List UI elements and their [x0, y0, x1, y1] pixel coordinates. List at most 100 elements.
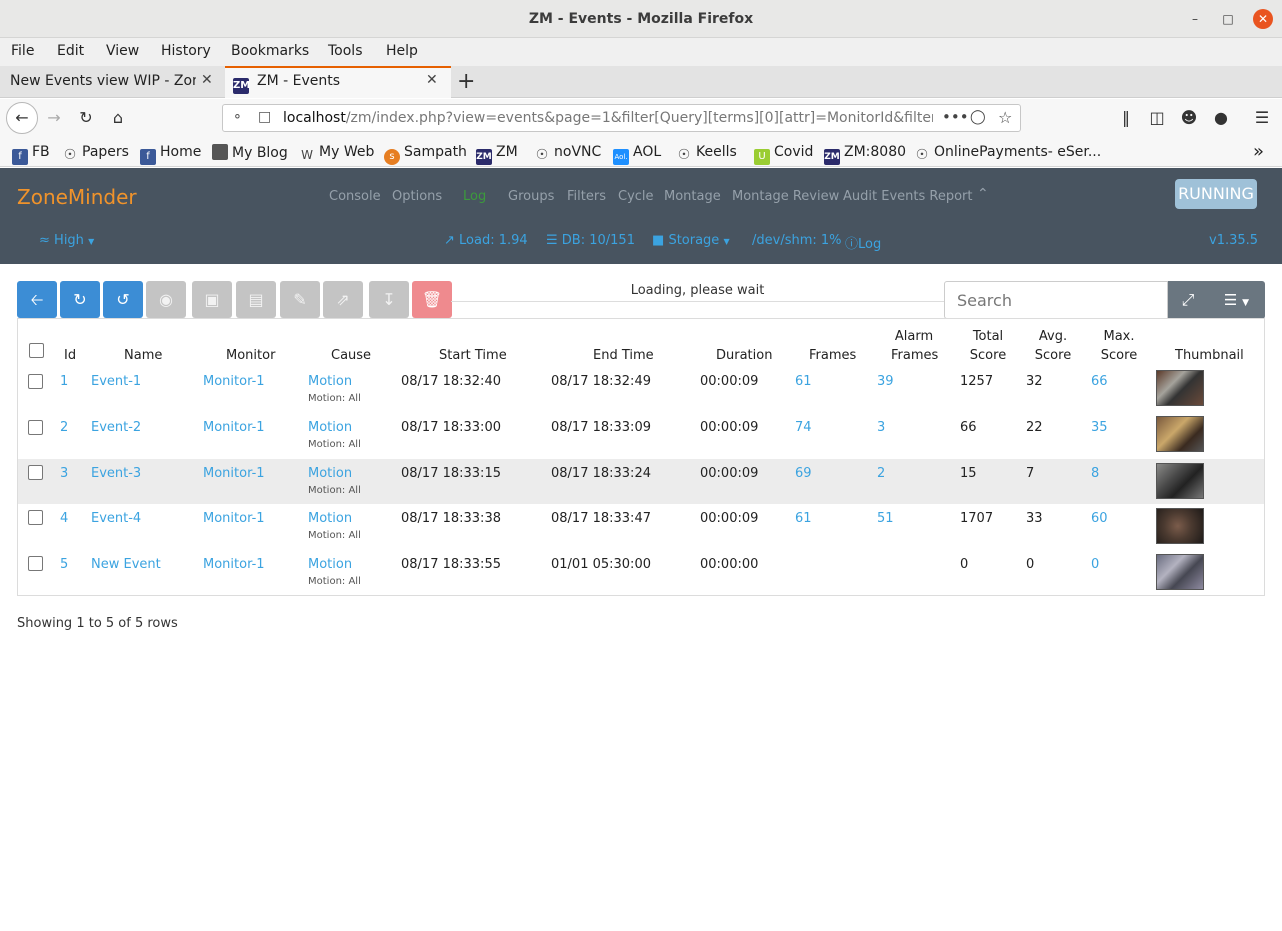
pocket-icon[interactable]: ◯ [970, 109, 986, 125]
bookmark-aol[interactable]: Aol. AOL [613, 144, 661, 165]
monitor-link[interactable]: Monitor-1 [203, 420, 265, 435]
bandwidth-dropdown[interactable]: ≈ High ▼ [39, 233, 94, 248]
nav-cycle[interactable]: Cycle [618, 189, 654, 204]
max-score-link[interactable]: 0 [1091, 557, 1099, 572]
new-tab-icon[interactable]: + [457, 69, 475, 94]
refresh-button[interactable]: ↻ [60, 281, 100, 318]
reset-button[interactable]: ↺ [103, 281, 143, 318]
back-button[interactable]: 🡠 [17, 281, 57, 318]
col-header-duration[interactable]: Duration [716, 346, 772, 365]
nav-filters[interactable]: Filters [567, 189, 606, 204]
row-checkbox[interactable] [28, 420, 43, 435]
minimize-icon[interactable]: – [1186, 10, 1204, 28]
table-row[interactable]: 5 New Event Monitor-1 Motion Motion: All… [18, 550, 1264, 596]
window-close-icon[interactable]: ✕ [1253, 9, 1273, 29]
frames-link[interactable]: 69 [795, 466, 812, 481]
storage-dropdown[interactable]: ■ Storage ▼ [652, 233, 730, 248]
col-header-id[interactable]: Id [64, 346, 76, 365]
cause-link[interactable]: Motion [308, 557, 352, 572]
delete-button[interactable]: 🗑 [412, 281, 452, 318]
cause-link[interactable]: Motion [308, 466, 352, 481]
table-row[interactable]: 2 Event-2 Monitor-1 Motion Motion: All 0… [18, 411, 1264, 457]
nav-log[interactable]: Log [463, 189, 486, 204]
alarm-frames-link[interactable]: 39 [877, 374, 894, 389]
event-id-link[interactable]: 3 [60, 466, 68, 481]
table-row[interactable]: 4 Event-4 Monitor-1 Motion Motion: All 0… [18, 504, 1264, 550]
monitor-link[interactable]: Monitor-1 [203, 374, 265, 389]
col-header-cause[interactable]: Cause [331, 346, 371, 365]
row-checkbox[interactable] [28, 374, 43, 389]
nav-options[interactable]: Options [392, 189, 442, 204]
maximize-icon[interactable]: □ [1219, 10, 1237, 28]
cause-link[interactable]: Motion [308, 511, 352, 526]
download-button[interactable]: ↧ [369, 281, 409, 318]
menu-help[interactable]: Help [386, 43, 418, 59]
export-button[interactable]: ⇗ [323, 281, 363, 318]
back-arrow-icon[interactable]: ← [6, 102, 38, 134]
row-checkbox[interactable] [28, 465, 43, 480]
event-name-link[interactable]: Event-3 [91, 466, 141, 481]
forward-arrow-icon[interactable]: → [41, 106, 67, 130]
bookmark-fb[interactable]: f FB [12, 144, 50, 165]
collapse-chevron-up-icon[interactable]: ⌃ [977, 186, 989, 202]
frames-link[interactable]: 61 [795, 374, 812, 389]
nav-groups[interactable]: Groups [508, 189, 554, 204]
event-thumbnail[interactable] [1156, 554, 1204, 590]
bookmark-star-icon[interactable]: ☆ [998, 108, 1012, 127]
bookmark-sampath[interactable]: s Sampath [384, 144, 467, 165]
col-header-avg-score[interactable]: Avg. Score [1033, 327, 1073, 365]
col-header-end-time[interactable]: End Time [593, 346, 654, 365]
edit-button[interactable]: ✎ [280, 281, 320, 318]
hamburger-menu-icon[interactable]: ☰ [1249, 106, 1275, 130]
event-id-link[interactable]: 1 [60, 374, 68, 389]
bookmark-onlinepayments[interactable]: ☉ OnlinePayments- eSer... [914, 144, 1101, 163]
extensions-icon[interactable]: ● [1208, 106, 1234, 130]
sidebar-icon[interactable]: ◫ [1144, 106, 1170, 130]
library-icon[interactable]: ‖ [1113, 106, 1139, 130]
menu-file[interactable]: File [11, 43, 34, 59]
bookmark-my-blog[interactable]: My Blog [212, 144, 288, 161]
search-input[interactable]: Search [944, 281, 1168, 319]
alarm-frames-link[interactable]: 51 [877, 511, 894, 526]
event-name-link[interactable]: New Event [91, 557, 161, 572]
log-link[interactable]: ⓘLog [845, 233, 881, 252]
bookmark-zm[interactable]: ZM ZM [476, 144, 518, 165]
monitor-link[interactable]: Monitor-1 [203, 511, 265, 526]
monitor-link[interactable]: Monitor-1 [203, 466, 265, 481]
menu-bookmarks[interactable]: Bookmarks [231, 43, 309, 59]
nav-montage[interactable]: Montage [664, 189, 721, 204]
max-score-link[interactable]: 66 [1091, 374, 1108, 389]
event-thumbnail[interactable] [1156, 416, 1204, 452]
alarm-frames-link[interactable]: 3 [877, 420, 885, 435]
running-status-button[interactable]: RUNNING [1175, 179, 1257, 209]
event-name-link[interactable]: Event-1 [91, 374, 141, 389]
event-name-link[interactable]: Event-4 [91, 511, 141, 526]
row-checkbox[interactable] [28, 510, 43, 525]
bookmark-papers[interactable]: ☉ Papers [62, 144, 129, 163]
menu-tools[interactable]: Tools [328, 43, 363, 59]
url-text[interactable]: localhost/zm/index.php?view=events&page=… [283, 110, 933, 126]
event-name-link[interactable]: Event-2 [91, 420, 141, 435]
nav-console[interactable]: Console [329, 189, 381, 204]
home-icon[interactable]: ⌂ [105, 106, 131, 130]
tab-zm-events[interactable]: ZM ZM - Events ✕ [225, 66, 451, 98]
col-header-monitor[interactable]: Monitor [226, 346, 275, 365]
menu-history[interactable]: History [161, 43, 211, 59]
bookmark-home[interactable]: f Home [140, 144, 201, 165]
nav-montage-review[interactable]: Montage Review [732, 189, 839, 204]
table-row[interactable]: 1 Event-1 Monitor-1 Motion Motion: All 0… [18, 365, 1264, 411]
view-button[interactable]: ◉ [146, 281, 186, 318]
menu-view[interactable]: View [106, 43, 139, 59]
url-bar[interactable]: ⚬ □ localhost/zm/index.php?view=events&p… [222, 104, 1021, 132]
alarm-frames-link[interactable]: 2 [877, 466, 885, 481]
event-thumbnail[interactable] [1156, 508, 1204, 544]
monitor-link[interactable]: Monitor-1 [203, 557, 265, 572]
event-thumbnail[interactable] [1156, 370, 1204, 406]
bookmarks-overflow-icon[interactable]: » [1253, 141, 1264, 162]
reload-icon[interactable]: ↻ [73, 106, 99, 130]
cause-link[interactable]: Motion [308, 374, 352, 389]
frames-link[interactable]: 61 [795, 511, 812, 526]
col-header-max-score[interactable]: Max. Score [1099, 327, 1139, 365]
page-actions-icon[interactable]: ••• [942, 108, 969, 126]
tab-new-events-view[interactable]: New Events view WIP - Zone ✕ [0, 66, 224, 98]
